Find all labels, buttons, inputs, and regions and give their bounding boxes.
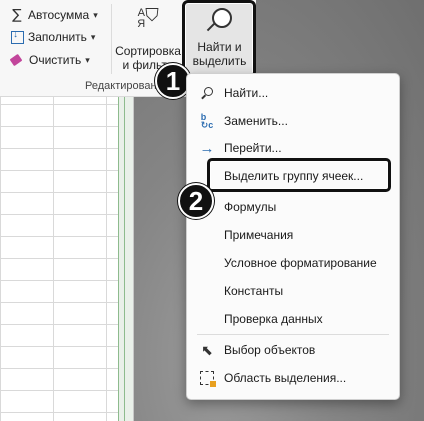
menu-item-label: Выбор объектов	[224, 343, 316, 357]
sheet-scroll-edge	[118, 96, 134, 421]
find-select-dropdown-menu: Найти... b ↻c Заменить... → Перейти... Вы…	[186, 73, 400, 400]
menu-item-label: Перейти...	[224, 141, 282, 155]
sort-filter-label-line1: Сортировка	[115, 44, 181, 58]
sigma-icon: ∑	[12, 7, 22, 23]
menu-item-data-validation[interactable]: Проверка данных	[187, 308, 399, 330]
menu-item-label: Область выделения...	[224, 371, 347, 385]
menu-item-label: Примечания	[224, 228, 294, 242]
autosum-label: Автосумма	[28, 8, 90, 22]
menu-item-formulas[interactable]: Формулы	[187, 196, 399, 218]
menu-item-label: Заменить...	[224, 114, 288, 128]
chevron-down-icon: ▾	[93, 9, 98, 20]
chevron-down-icon: ▾	[90, 31, 96, 42]
ribbon-divider	[111, 4, 112, 74]
menu-item-constants[interactable]: Константы	[187, 280, 399, 302]
menu-item-label: Константы	[224, 284, 284, 298]
fill-button[interactable]: Заполнить ▾	[11, 29, 96, 44]
replace-icon: b ↻c	[200, 112, 214, 130]
menu-item-label: Условное форматирование	[224, 256, 377, 270]
menu-item-find[interactable]: Найти...	[187, 82, 399, 104]
menu-item-label: Найти...	[224, 86, 269, 100]
menu-item-selection-pane[interactable]: Область выделения...	[187, 367, 399, 389]
menu-item-replace[interactable]: b ↻c Заменить...	[187, 110, 399, 132]
clear-button[interactable]: Очистить ▾	[9, 53, 90, 67]
menu-item-comments[interactable]: Примечания	[187, 224, 399, 246]
step-badge-2: 2	[178, 183, 214, 219]
chevron-down-icon: ▾	[85, 54, 90, 65]
callout-goto-special	[207, 158, 391, 192]
menu-divider	[197, 334, 389, 335]
eraser-icon	[9, 53, 23, 67]
spreadsheet-grid[interactable]	[0, 96, 120, 421]
clear-label: Очистить	[29, 53, 82, 67]
goto-arrow-icon: →	[199, 139, 215, 157]
menu-item-conditional-formatting[interactable]: Условное форматирование	[187, 252, 399, 274]
fill-label: Заполнить	[28, 30, 87, 44]
fill-down-icon	[11, 29, 24, 44]
autosum-button[interactable]: ∑ Автосумма ▾	[10, 7, 98, 23]
selection-pane-icon	[199, 370, 216, 387]
menu-item-label: Формулы	[224, 200, 277, 214]
search-icon	[199, 85, 215, 101]
sort-filter-icon: А Я⛉	[137, 5, 159, 30]
callout-find-select	[182, 0, 256, 78]
menu-item-label: Проверка данных	[224, 312, 323, 326]
menu-item-select-objects[interactable]: ⬉ Выбор объектов	[187, 339, 399, 361]
menu-item-goto[interactable]: → Перейти...	[187, 137, 399, 159]
cursor-icon: ⬉	[201, 341, 213, 358]
